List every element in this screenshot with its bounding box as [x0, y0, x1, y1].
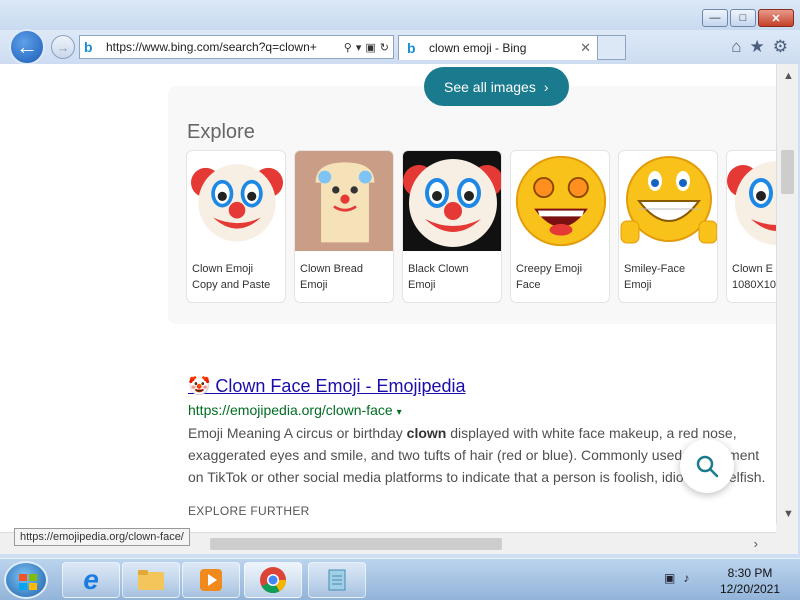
page-content: See all images › Explore Clown Emoji Cop… [0, 64, 776, 536]
bing-icon: b [84, 39, 93, 55]
explore-tile[interactable]: Clown Bread Emoji [294, 150, 394, 303]
back-button[interactable]: ← [9, 29, 45, 65]
clock-time: 8:30 PM [727, 566, 773, 580]
clown-emoji-image [187, 151, 285, 251]
arrow-right-icon: → [56, 39, 70, 55]
media-player-icon [200, 569, 222, 591]
tab-bing[interactable]: b clown emoji - Bing ✕ [398, 35, 598, 60]
black-clown-image [403, 151, 501, 251]
chrome-icon [260, 567, 287, 594]
search-icon[interactable]: ⚲ [344, 41, 352, 54]
caret-down-icon[interactable]: ▾ [397, 407, 402, 418]
result-title-link[interactable]: 🤡 Clown Face Emoji - Emojipedia [188, 376, 466, 397]
scroll-up-icon[interactable]: ▲ [783, 70, 794, 82]
taskbar-notepad[interactable] [308, 562, 366, 598]
result-url[interactable]: https://emojipedia.org/clown-face ▾ [188, 402, 402, 418]
scroll-right-icon[interactable]: › [754, 536, 758, 551]
windows-logo-icon [19, 574, 37, 590]
explore-tile[interactable]: Smiley-Face Emoji [618, 150, 718, 303]
favorites-star-icon[interactable]: ★ [750, 37, 765, 57]
tile-caption: Clown Emoji Copy and Paste [192, 263, 271, 291]
forward-button[interactable]: → [51, 35, 75, 59]
result-url-text: https://emojipedia.org/clown-face [188, 402, 393, 418]
title-bar: — □ ✕ [0, 0, 800, 30]
refresh-icon[interactable]: ↻ [380, 41, 389, 54]
search-fab-button[interactable] [680, 439, 734, 493]
maximize-button[interactable]: □ [730, 9, 756, 27]
taskbar: e ▣ ♪ 8:30 PM 12/20/2021 [0, 558, 800, 600]
tab-close-icon[interactable]: ✕ [580, 40, 597, 56]
search-icon [696, 455, 719, 478]
taskbar-chrome[interactable] [244, 562, 302, 598]
scroll-thumb[interactable] [210, 538, 502, 550]
address-bar[interactable]: b https://www.bing.com/search?q=clown+ ⚲… [79, 35, 394, 59]
explore-further-heading: EXPLORE FURTHER [188, 504, 310, 518]
taskbar-explorer[interactable] [122, 562, 180, 598]
explore-title: Explore [187, 121, 255, 143]
tile-caption: Clown E 1080X10 [732, 263, 776, 291]
snippet-bold-text: clown [406, 425, 447, 441]
browser-window: — □ ✕ ← → b https://www.bing.com/search?… [0, 0, 800, 558]
tab-title: clown emoji - Bing [429, 41, 527, 55]
network-icon[interactable]: ▣ [664, 571, 675, 585]
notepad-icon [328, 569, 346, 591]
see-all-images-button[interactable]: See all images › [424, 67, 569, 106]
tile-caption: Black Clown Emoji [408, 263, 469, 291]
tile-caption: Clown Bread Emoji [300, 263, 363, 291]
explore-tile[interactable]: Black Clown Emoji [402, 150, 502, 303]
tile-caption: Creepy Emoji Face [516, 263, 583, 291]
scrollbar-corner [776, 524, 798, 554]
tile-caption: Smiley-Face Emoji [624, 263, 686, 291]
creepy-emoji-image [511, 151, 609, 251]
chevron-right-icon: › [543, 78, 549, 95]
snippet-text: Emoji Meaning A circus or birthday [188, 425, 407, 441]
arrow-left-icon: ← [16, 34, 38, 59]
smiley-face-image [619, 151, 717, 251]
taskbar-ie[interactable]: e [62, 562, 120, 598]
dropdown-icon[interactable]: ▾ [356, 41, 362, 54]
home-icon[interactable]: ⌂ [731, 37, 741, 57]
taskbar-clock[interactable]: 8:30 PM 12/20/2021 [712, 565, 788, 597]
explore-tile[interactable]: Clown E 1080X10 [726, 150, 776, 303]
minimize-button[interactable]: — [702, 9, 728, 27]
internet-explorer-icon: e [83, 564, 99, 595]
new-tab-button[interactable] [598, 35, 626, 60]
clock-date: 12/20/2021 [719, 582, 781, 596]
clown-emoji-image [727, 151, 776, 251]
vertical-scrollbar[interactable]: ▲ ▼ [776, 64, 798, 524]
address-text[interactable]: https://www.bing.com/search?q=clown+ [106, 40, 344, 54]
taskbar-media-player[interactable] [182, 562, 240, 598]
bing-icon: b [407, 40, 416, 56]
see-all-label: See all images [444, 78, 536, 95]
close-button[interactable]: ✕ [758, 9, 794, 27]
folder-icon [138, 570, 164, 590]
settings-gear-icon[interactable]: ⚙ [773, 37, 788, 57]
lock-icon[interactable]: ▣ [365, 41, 375, 54]
scroll-thumb[interactable] [781, 150, 794, 194]
system-tray: ▣ ♪ [664, 571, 689, 585]
start-button[interactable] [4, 561, 48, 599]
explore-tile[interactable]: Clown Emoji Copy and Paste [186, 150, 286, 303]
scroll-down-icon[interactable]: ▼ [783, 508, 794, 520]
status-url-tooltip: https://emojipedia.org/clown-face/ [14, 528, 190, 546]
explore-tile[interactable]: Creepy Emoji Face [510, 150, 610, 303]
volume-icon[interactable]: ♪ [683, 571, 689, 585]
clown-bread-image [295, 151, 393, 251]
